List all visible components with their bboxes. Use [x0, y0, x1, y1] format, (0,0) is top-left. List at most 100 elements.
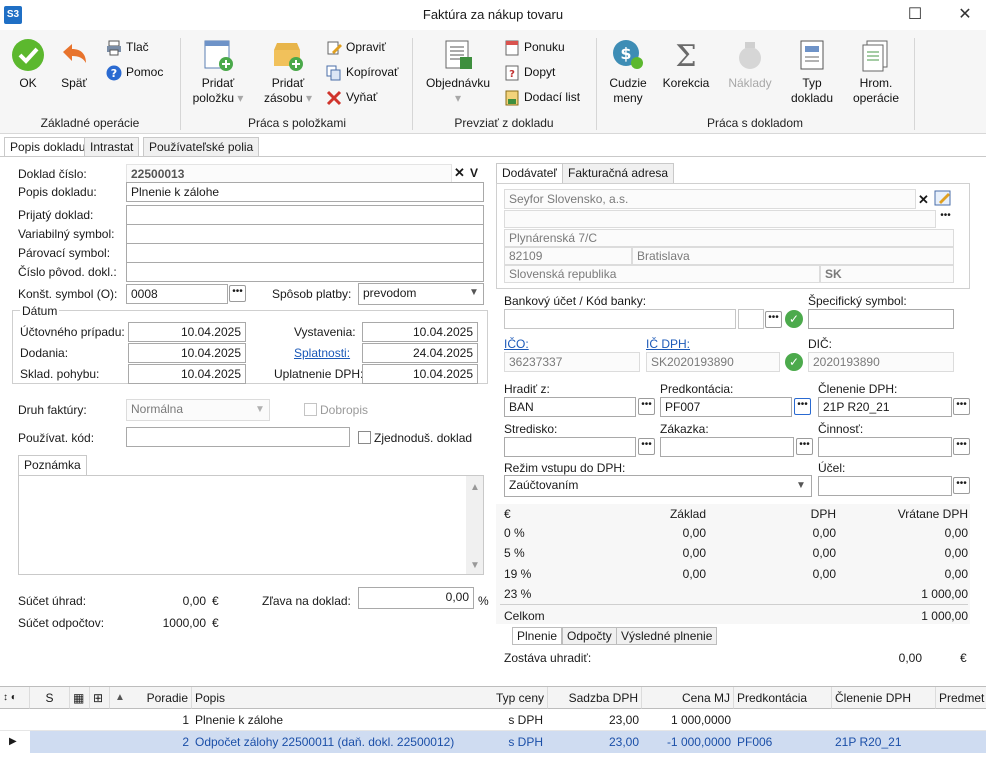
chevron-down-icon[interactable]: V [470, 166, 484, 180]
ok-button[interactable]: OK [8, 38, 48, 91]
stock-move-date-input[interactable]: 10.04.2025 [128, 364, 246, 384]
foreign-currency-button[interactable]: $ Cudzie meny [604, 38, 652, 106]
back-button[interactable]: Späť [54, 38, 94, 91]
supplier-city-field[interactable]: Bratislava [632, 247, 954, 265]
icdph-link[interactable]: IČ DPH: [646, 337, 690, 351]
bank-lookup-button[interactable]: ••• [765, 311, 782, 328]
grid-header-vat-split[interactable]: Členenie DPH [832, 687, 936, 709]
add-stock-button[interactable]: Pridať zásobu ▾ [260, 38, 316, 106]
pay-from-input[interactable]: BAN [504, 397, 636, 417]
tab-description[interactable]: Popis dokladu [4, 137, 92, 157]
grid-header-s[interactable]: S [30, 687, 70, 709]
discount-input[interactable]: 0,00 [358, 587, 474, 609]
activity-input[interactable] [818, 437, 952, 457]
supplier-country-field[interactable]: Slovenská republika [504, 265, 820, 283]
received-doc-input[interactable] [126, 205, 484, 225]
vat-split-input[interactable]: 21P R20_21 [818, 397, 952, 417]
maximize-button[interactable]: ☐ [900, 4, 930, 26]
sort-asc-icon: ▲ [115, 692, 125, 703]
print-button[interactable]: Tlač [106, 38, 149, 58]
scroll-up-icon[interactable]: ▲ [470, 482, 480, 493]
variable-symbol-input[interactable] [126, 224, 484, 244]
purpose-lookup-button[interactable]: ••• [953, 477, 970, 494]
issue-date-input[interactable]: 10.04.2025 [362, 322, 478, 342]
help-button[interactable]: ? Pomoc [106, 63, 163, 83]
cost-centre-lookup-button[interactable]: ••• [638, 438, 655, 455]
calculator-icon[interactable]: ▦ [70, 687, 90, 709]
tab-user-fields[interactable]: Používateľské polia [143, 137, 260, 157]
bulk-label-2: operácie [852, 91, 900, 105]
dic-field[interactable]: 2020193890 [808, 352, 954, 372]
vat-split-lookup-button[interactable]: ••• [953, 398, 970, 415]
bank-account-input[interactable] [504, 309, 736, 329]
grid-header-precontation[interactable]: Predkontácia [734, 687, 832, 709]
bulk-operations-button[interactable]: Hrom. operácie [846, 38, 906, 106]
close-window-button[interactable]: ✕ [950, 4, 980, 26]
purpose-input[interactable] [818, 476, 952, 496]
payment-method-select[interactable]: prevodom [358, 283, 484, 305]
tab-billing-address[interactable]: Fakturačná adresa [562, 163, 675, 183]
document-type-button[interactable]: Typ dokladu [786, 38, 838, 106]
contract-lookup-button[interactable]: ••• [796, 438, 813, 455]
delivery-date-input[interactable]: 10.04.2025 [128, 343, 246, 363]
tree-icon[interactable]: ⊞ [90, 687, 110, 709]
supplier-name-2-field[interactable] [504, 210, 936, 228]
clear-icon[interactable]: ✕ [454, 166, 468, 180]
ico-field[interactable]: 36237337 [504, 352, 640, 372]
vat-regime-select[interactable]: Zaúčtovaním [504, 475, 812, 497]
cost-centre-input[interactable] [504, 437, 636, 457]
grid-header-vat-rate[interactable]: Sadzba DPH [548, 687, 642, 709]
import-offer-button[interactable]: Ponuku [504, 38, 565, 58]
vat-claim-date-input[interactable]: 10.04.2025 [362, 364, 478, 384]
subtab-deductions[interactable]: Odpočty [562, 627, 617, 645]
grid-header-unit-price[interactable]: Cena MJ [642, 687, 734, 709]
edit-button[interactable]: Opraviť [326, 38, 386, 58]
import-order-button[interactable]: Objednávku ▾ [422, 38, 494, 106]
note-tab[interactable]: Poznámka [18, 455, 87, 475]
supplier-street-field[interactable]: Plynárenská 7/C [504, 229, 954, 247]
pay-from-lookup-button[interactable]: ••• [638, 398, 655, 415]
clear-icon[interactable]: ✕ [918, 192, 929, 208]
correction-button[interactable]: Σ Korekcia [660, 38, 712, 91]
precontation-lookup-button[interactable]: ••• [794, 398, 811, 415]
doc-number-field[interactable]: 22500013 [126, 164, 452, 184]
due-date-input[interactable]: 24.04.2025 [362, 343, 478, 363]
subtab-fulfilment[interactable]: Plnenie [512, 627, 563, 645]
user-code-input[interactable] [126, 427, 350, 447]
tab-supplier[interactable]: Dodávateľ [496, 163, 563, 183]
subtab-result[interactable]: Výsledné plnenie [616, 627, 718, 645]
precontation-input[interactable]: PF007 [660, 397, 792, 417]
supplier-zip-field[interactable]: 82109 [504, 247, 632, 265]
ico-link[interactable]: IČO: [504, 337, 529, 351]
const-symbol-input[interactable]: 0008 [126, 284, 228, 304]
scroll-down-icon[interactable]: ▼ [470, 560, 480, 571]
cut-button[interactable]: Vyňať [326, 88, 377, 108]
note-textarea[interactable] [18, 475, 484, 575]
remaining-currency: € [960, 651, 967, 665]
due-date-link[interactable]: Splatnosti: [294, 346, 350, 360]
pairing-symbol-input[interactable] [126, 243, 484, 263]
specific-symbol-input[interactable] [808, 309, 954, 329]
contract-input[interactable] [660, 437, 794, 457]
original-doc-input[interactable] [126, 262, 484, 282]
activity-lookup-button[interactable]: ••• [953, 438, 970, 455]
simplified-doc-checkbox[interactable] [358, 431, 371, 444]
edit-address-icon[interactable] [934, 189, 952, 207]
grid-sort-header[interactable]: ↕ ◐ [0, 687, 30, 709]
const-symbol-lookup-button[interactable]: ••• [229, 285, 246, 302]
grid-header-order[interactable]: ▲ Poradie [110, 687, 192, 709]
add-item-button[interactable]: Pridať položku ▾ [190, 38, 246, 106]
accounting-date-input[interactable]: 10.04.2025 [128, 322, 246, 342]
grid-header-subject[interactable]: Predmet [936, 687, 986, 709]
bank-code-input[interactable] [738, 309, 764, 329]
doc-desc-input[interactable]: Plnenie k zálohe [126, 182, 484, 202]
copy-button[interactable]: Kopírovať [326, 63, 399, 83]
supplier-name-field[interactable]: Seyfor Slovensko, a.s. [504, 189, 916, 209]
import-inquiry-button[interactable]: ? Dopyt [504, 63, 555, 83]
supplier-country-code-field[interactable]: SK [820, 265, 954, 283]
import-delivery-note-button[interactable]: Dodací list [504, 88, 580, 108]
supplier-lookup-button[interactable]: ••• [937, 210, 954, 227]
grid-header-price-type[interactable]: Typ ceny [440, 687, 548, 709]
tab-intrastat[interactable]: Intrastat [84, 137, 140, 157]
icdph-field[interactable]: SK2020193890 [646, 352, 780, 372]
